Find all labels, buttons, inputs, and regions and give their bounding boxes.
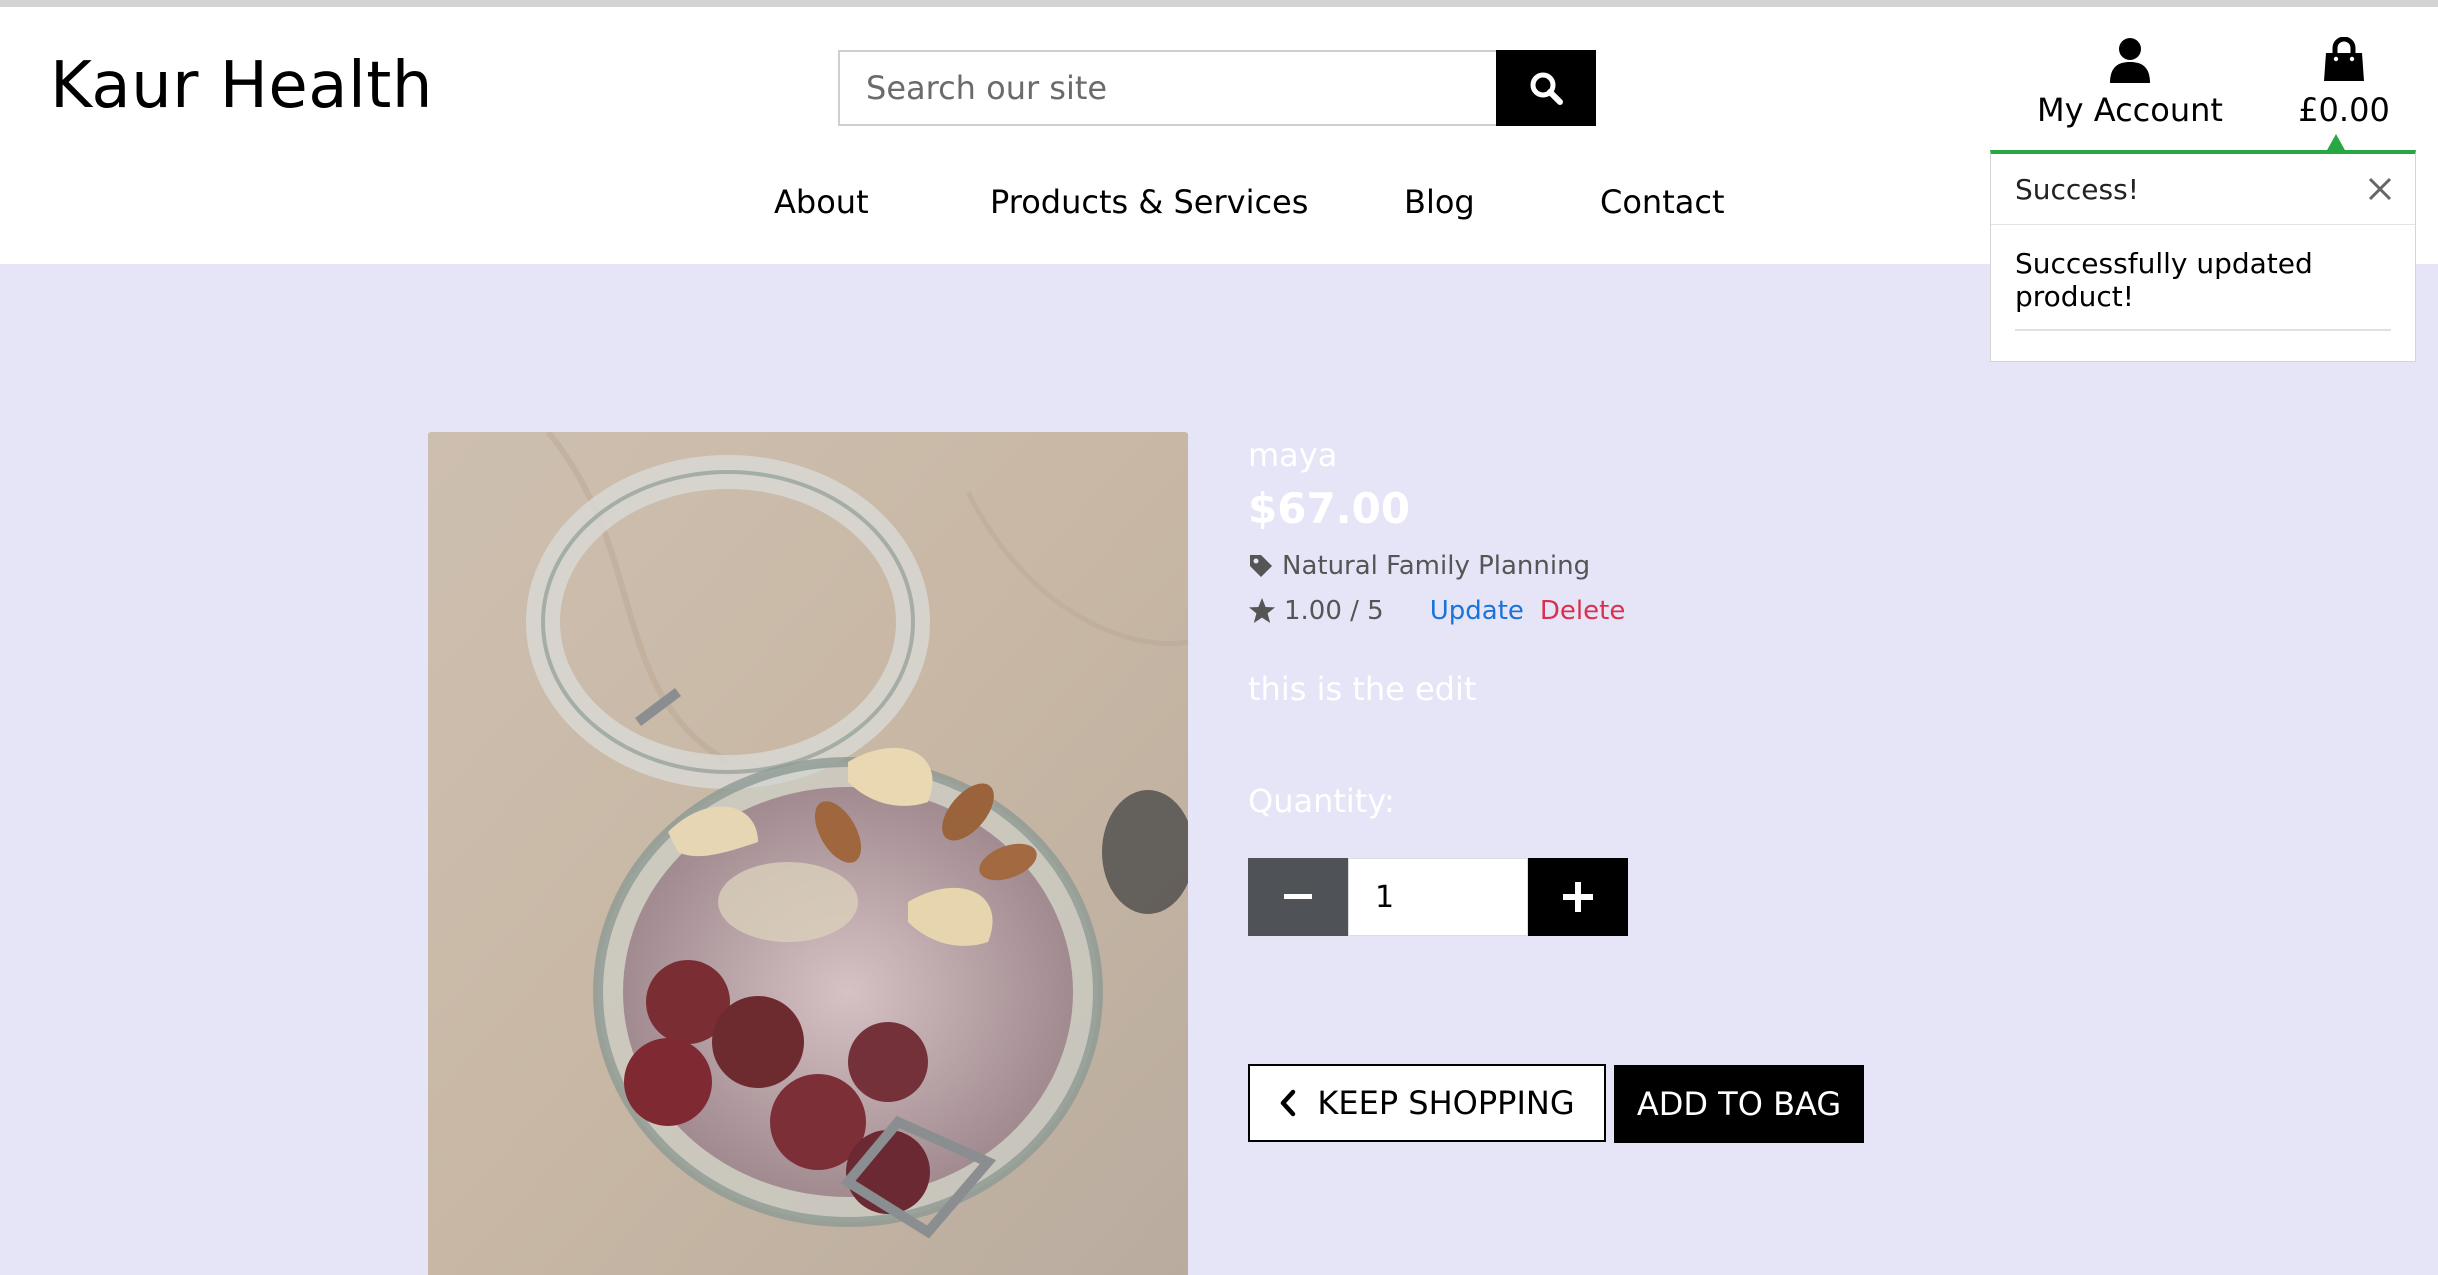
product-rating-row: 1.00 / 5 Update Delete [1248, 596, 1625, 626]
toast-close-button[interactable] [2367, 176, 2393, 202]
quantity-input[interactable]: 1 [1348, 858, 1528, 936]
my-account-label: My Account [2037, 91, 2223, 129]
nav-item-about[interactable]: About [774, 183, 869, 221]
chevron-left-icon [1281, 1089, 1296, 1117]
quantity-stepper: 1 [1248, 858, 1628, 936]
bag-total: £0.00 [2298, 91, 2390, 129]
product-detail-section [0, 264, 2438, 1275]
minus-icon [1284, 894, 1312, 899]
quantity-increase-button[interactable] [1528, 858, 1628, 936]
quantity-label: Quantity: [1248, 782, 1395, 820]
product-category-label: Natural Family Planning [1282, 551, 1591, 581]
product-info: maya $67.00 Natural Family Planning 1.00… [1248, 0, 2048, 1275]
top-border [0, 0, 2438, 7]
product-description: this is the edit [1248, 670, 1477, 708]
add-to-bag-button[interactable]: ADD TO BAG [1614, 1065, 1864, 1143]
product-name: maya [1248, 436, 1338, 474]
tag-icon [1250, 555, 1272, 577]
delete-product-link[interactable]: Delete [1540, 596, 1625, 626]
product-image [428, 432, 1188, 1275]
quantity-decrease-button[interactable] [1248, 858, 1348, 936]
product-photo [428, 432, 1188, 1275]
product-rating: 1.00 / 5 [1284, 596, 1384, 626]
product-category[interactable]: Natural Family Planning [1248, 551, 1590, 581]
keep-shopping-label: KEEP SHOPPING [1317, 1084, 1575, 1122]
product-price: $67.00 [1248, 484, 1411, 533]
keep-shopping-button[interactable]: KEEP SHOPPING [1248, 1064, 1606, 1142]
shopping-bag-link[interactable]: £0.00 [2284, 36, 2404, 129]
user-icon [2110, 38, 2150, 83]
plus-icon [1563, 882, 1593, 912]
update-product-link[interactable]: Update [1430, 596, 1524, 626]
shopping-bag-icon [2324, 36, 2364, 81]
my-account-link[interactable]: My Account [2030, 37, 2230, 129]
brand-logo[interactable]: Kaur Health [50, 49, 433, 123]
toast-header: Success! [1991, 154, 2415, 225]
star-icon [1249, 598, 1275, 623]
close-icon [2368, 177, 2392, 201]
